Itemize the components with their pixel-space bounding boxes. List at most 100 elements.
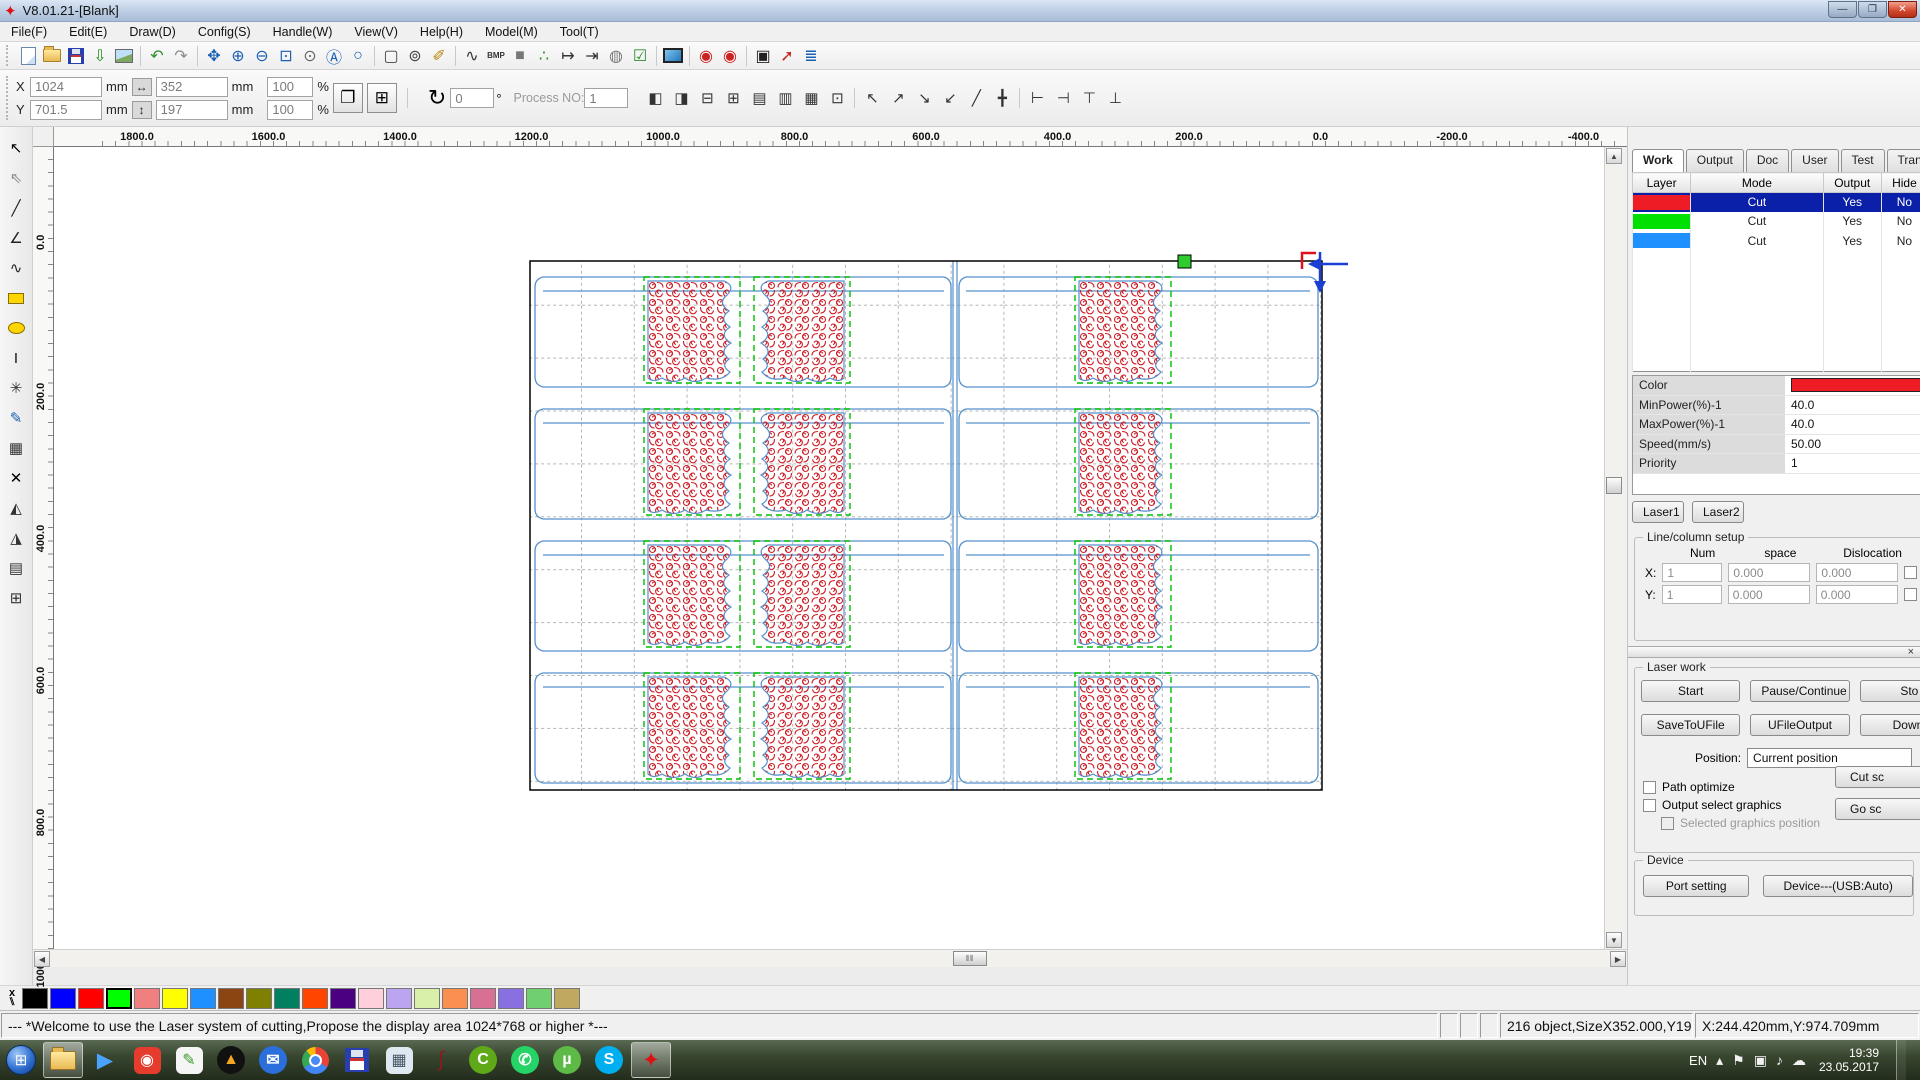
mirror-vertical-tool[interactable]: ◭ bbox=[3, 495, 30, 521]
menu-model[interactable]: Model(M) bbox=[474, 23, 549, 41]
thunderbird-icon[interactable]: ✉ bbox=[253, 1042, 293, 1078]
y-num-input[interactable] bbox=[1662, 585, 1722, 604]
palette-swatch[interactable] bbox=[50, 988, 76, 1009]
palette-swatch[interactable] bbox=[218, 988, 244, 1009]
property-value[interactable]: 50.00 bbox=[1785, 435, 1920, 454]
layer-mode[interactable]: Cut bbox=[1691, 212, 1823, 231]
property-value[interactable]: 40.0 bbox=[1785, 415, 1920, 434]
arrange-icon-13[interactable]: ╱ bbox=[963, 85, 989, 111]
mirror-horizontal-tool[interactable]: ◮ bbox=[3, 525, 30, 551]
scroll-up-icon[interactable]: ▲ bbox=[1606, 148, 1622, 164]
menu-file[interactable]: File(F) bbox=[0, 23, 58, 41]
goto-icon[interactable]: ⇥ bbox=[580, 44, 604, 68]
node-edit-icon[interactable]: ∴ bbox=[532, 44, 556, 68]
tab-user[interactable]: User bbox=[1791, 149, 1838, 172]
scroll-left-icon[interactable]: ◀ bbox=[34, 951, 50, 967]
arrange-icon-14[interactable]: ╋ bbox=[989, 85, 1015, 111]
property-row[interactable]: MaxPower(%)-1 40.0 bbox=[1633, 415, 1920, 435]
width-arrow-icon[interactable]: ↔ bbox=[132, 78, 152, 96]
knife-icon[interactable]: ✐ bbox=[427, 44, 451, 68]
zoom-page-icon[interactable]: ⊡ bbox=[274, 44, 298, 68]
dock-splitter[interactable]: × bbox=[1628, 646, 1920, 658]
arrange-icon-4[interactable]: ▤ bbox=[746, 85, 772, 111]
calculator-icon[interactable]: ▦ bbox=[379, 1042, 419, 1078]
menu-tool[interactable]: Tool(T) bbox=[549, 23, 610, 41]
arrange-icon-11[interactable]: ↘ bbox=[911, 85, 937, 111]
rotate-icon[interactable]: ↻ bbox=[428, 85, 446, 111]
palette-swatch[interactable] bbox=[386, 988, 412, 1009]
tab-test[interactable]: Test bbox=[1841, 149, 1885, 172]
y-dislocation-input[interactable] bbox=[1816, 585, 1898, 604]
flag-icon[interactable]: ⚑ bbox=[1732, 1052, 1745, 1069]
frame-select-icon[interactable]: ▢ bbox=[379, 44, 403, 68]
layer-color-swatch[interactable] bbox=[1633, 212, 1691, 231]
polyline-tool[interactable]: ∠ bbox=[3, 225, 30, 251]
arrange-icon-17[interactable]: ⊣ bbox=[1050, 85, 1076, 111]
maximize-button[interactable]: ❐ bbox=[1858, 1, 1887, 18]
arrange-icon-18[interactable]: ⊤ bbox=[1076, 85, 1102, 111]
delete-tool[interactable]: ✕ bbox=[3, 465, 30, 491]
output-select-checkbox[interactable] bbox=[1643, 799, 1656, 812]
go-scale-button[interactable]: Go sc bbox=[1835, 798, 1920, 820]
path-optimize-checkbox[interactable] bbox=[1643, 781, 1656, 794]
star-tool[interactable]: ✳ bbox=[3, 375, 30, 401]
tab-output[interactable]: Output bbox=[1686, 149, 1744, 172]
scroll-right-icon[interactable]: ▶ bbox=[1610, 951, 1626, 967]
text-tool[interactable]: I bbox=[3, 345, 30, 371]
mark-point1-icon[interactable]: ◉ bbox=[694, 44, 718, 68]
open-file-icon[interactable] bbox=[40, 44, 64, 68]
drawing-canvas[interactable] bbox=[54, 147, 1604, 949]
cloud-icon[interactable]: ☁ bbox=[1792, 1052, 1806, 1069]
y-space-input[interactable] bbox=[1728, 585, 1810, 604]
layer-row[interactable]: Cut Yes No bbox=[1633, 193, 1920, 212]
x-space-input[interactable] bbox=[1728, 563, 1810, 582]
x-mirror-checkbox[interactable] bbox=[1904, 566, 1917, 579]
rotate-angle-input[interactable] bbox=[450, 88, 494, 108]
undo-icon[interactable]: ↶ bbox=[145, 44, 169, 68]
array-copy-tool[interactable]: ⊞ bbox=[3, 585, 30, 611]
property-row[interactable]: Priority 1 bbox=[1633, 454, 1920, 474]
arrange-icon-12[interactable]: ↙ bbox=[937, 85, 963, 111]
minimize-button[interactable]: — bbox=[1828, 1, 1857, 18]
save-file-icon[interactable] bbox=[64, 44, 88, 68]
palette-swatch[interactable] bbox=[330, 988, 356, 1009]
ellipse-tool[interactable] bbox=[3, 315, 30, 341]
layer-hide[interactable]: No bbox=[1881, 231, 1920, 250]
laser-position-icon[interactable]: ➚ bbox=[775, 44, 799, 68]
layer-mode[interactable]: Cut bbox=[1691, 231, 1823, 250]
tab-work[interactable]: Work bbox=[1632, 149, 1684, 172]
palette-swatch[interactable] bbox=[190, 988, 216, 1009]
lock-ratio-button[interactable]: ❐ bbox=[333, 83, 363, 113]
horizontal-scrollbar[interactable]: ◀ ⦀⦀ ▶ bbox=[33, 949, 1627, 967]
zoom-in-icon[interactable]: ⊕ bbox=[226, 44, 250, 68]
skype-icon[interactable]: S bbox=[589, 1042, 629, 1078]
y-scale-input[interactable] bbox=[267, 100, 313, 120]
preview-monitor-icon[interactable] bbox=[661, 44, 685, 68]
start-button[interactable]: ⊞ bbox=[1, 1042, 41, 1078]
property-value[interactable] bbox=[1785, 376, 1920, 395]
aimp-icon[interactable]: ▲ bbox=[211, 1042, 251, 1078]
palette-swatch[interactable] bbox=[246, 988, 272, 1009]
layer-output[interactable]: Yes bbox=[1823, 212, 1881, 231]
palette-swatch[interactable] bbox=[414, 988, 440, 1009]
export-image-icon[interactable] bbox=[112, 44, 136, 68]
weld-icon[interactable]: ◍ bbox=[604, 44, 628, 68]
color-value-swatch[interactable] bbox=[1791, 378, 1920, 392]
arrange-icon-19[interactable]: ⊥ bbox=[1102, 85, 1128, 111]
menu-edit[interactable]: Edit(E) bbox=[58, 23, 118, 41]
palette-swatch[interactable] bbox=[302, 988, 328, 1009]
layer-hide[interactable]: No bbox=[1881, 193, 1920, 212]
chrome-icon[interactable] bbox=[295, 1042, 335, 1078]
port-setting-button[interactable]: Port setting bbox=[1643, 875, 1749, 897]
arrange-icon-5[interactable]: ▥ bbox=[772, 85, 798, 111]
property-value[interactable]: 1 bbox=[1785, 454, 1920, 473]
close-button[interactable]: ✕ bbox=[1888, 1, 1917, 18]
save-app-icon[interactable] bbox=[337, 1042, 377, 1078]
ufile-output-button[interactable]: UFileOutput bbox=[1750, 714, 1849, 736]
start-button[interactable]: Start bbox=[1641, 680, 1740, 702]
media-player-icon[interactable]: ▶ bbox=[85, 1042, 125, 1078]
palette-swatch[interactable] bbox=[498, 988, 524, 1009]
height-input[interactable] bbox=[156, 100, 228, 120]
clock[interactable]: 19:39 23.05.2017 bbox=[1819, 1046, 1879, 1074]
palette-swatch[interactable] bbox=[526, 988, 552, 1009]
